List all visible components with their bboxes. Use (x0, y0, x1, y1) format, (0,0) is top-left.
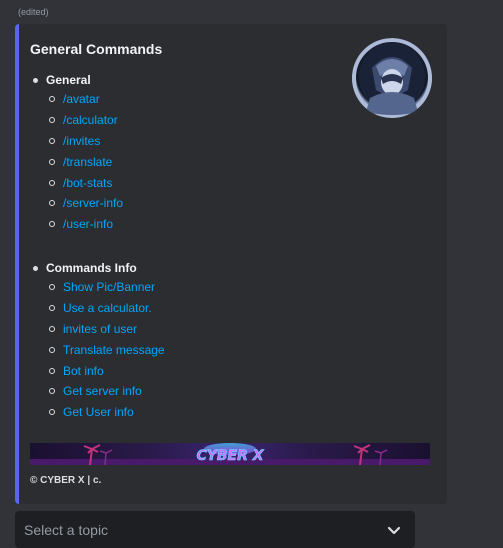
bullet-circle (49, 221, 55, 228)
bullet-circle (49, 158, 55, 165)
command-link[interactable]: /server-info (63, 196, 123, 210)
command-link[interactable]: /user-info (63, 217, 113, 231)
bullet-circle (49, 388, 55, 395)
banner-art: CYBER X (30, 443, 430, 465)
bullet-circle (49, 96, 55, 103)
section-heading: General (46, 73, 91, 87)
command-link[interactable]: /invites (63, 134, 100, 148)
topic-select-menu[interactable]: Select a topic (15, 511, 415, 548)
bullet-disc (33, 265, 38, 271)
list-item: /avatar (30, 89, 123, 110)
info-link[interactable]: Translate message (63, 343, 165, 357)
info-link[interactable]: Bot info (63, 364, 104, 378)
list-item: /invites (30, 131, 123, 152)
bullet-circle (49, 325, 55, 332)
command-link[interactable]: /translate (63, 155, 112, 169)
bullet-circle (49, 200, 55, 207)
command-link[interactable]: /bot-stats (63, 176, 112, 190)
bullet-circle (49, 409, 55, 416)
list-item: Get User info (30, 402, 165, 423)
list-item: Bot info (30, 360, 165, 381)
section-heading: Commands Info (46, 261, 137, 275)
list-item: Translate message (30, 339, 165, 360)
edited-label: (edited) (18, 7, 49, 17)
info-link[interactable]: Show Pic/Banner (63, 280, 155, 294)
command-link[interactable]: /calculator (63, 113, 118, 127)
command-link[interactable]: /avatar (63, 92, 100, 106)
bullet-circle (49, 117, 55, 124)
bullet-circle (49, 346, 55, 353)
info-link[interactable]: invites of user (63, 322, 137, 336)
chevron-down-icon (387, 523, 401, 537)
list-item: /bot-stats (30, 172, 123, 193)
banner-title: CYBER X (196, 448, 264, 464)
embed-footer: © CYBER X | c. (30, 475, 102, 486)
select-placeholder: Select a topic (24, 521, 109, 538)
bullet-circle (49, 305, 55, 312)
list-item: /server-info (30, 193, 123, 214)
list-item: Use a calculator. (30, 298, 165, 319)
embed-banner-image[interactable]: CYBER X (30, 443, 430, 465)
info-link[interactable]: Get server info (63, 384, 142, 398)
bullet-circle (49, 284, 55, 291)
section-general: General /avatar /calculator /invites /tr… (30, 71, 123, 235)
bullet-circle (49, 179, 55, 186)
bullet-circle (49, 367, 55, 374)
section-commands-info: Commands Info Show Pic/Banner Use a calc… (30, 259, 165, 423)
bullet-circle (49, 137, 55, 144)
bullet-disc (33, 77, 38, 83)
info-link[interactable]: Use a calculator. (63, 301, 152, 315)
embed-card: General Commands General /avatar /calcul… (15, 24, 447, 504)
list-item: Show Pic/Banner (30, 277, 165, 298)
list-item: /translate (30, 151, 123, 172)
list-item: /user-info (30, 214, 123, 235)
avatar-image (352, 38, 432, 118)
info-link[interactable]: Get User info (63, 405, 134, 419)
embed-title: General Commands (30, 41, 163, 57)
list-item: /calculator (30, 110, 123, 131)
list-item: invites of user (30, 319, 165, 340)
embed-thumbnail[interactable] (352, 38, 432, 118)
list-item: Get server info (30, 381, 165, 402)
